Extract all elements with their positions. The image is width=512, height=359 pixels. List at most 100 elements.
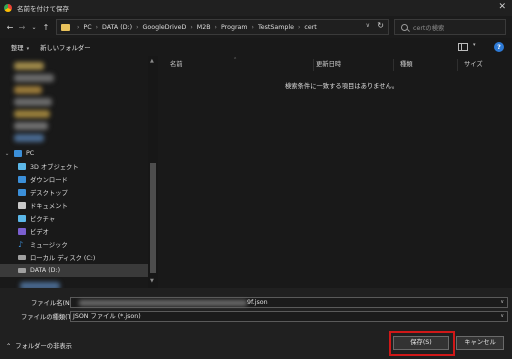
empty-folder-message: 検索条件に一致する項目はありません。 [285, 83, 399, 90]
chevron-down-icon[interactable]: ∨ [500, 298, 504, 307]
chevron-right-icon[interactable]: › [96, 24, 98, 31]
sort-up-icon: ⌃ [233, 57, 238, 63]
back-arrow-icon[interactable]: ← [4, 23, 16, 32]
sidebar-item-local-disk-c[interactable]: ローカル ディスク (C:) [0, 251, 148, 264]
sidebar-item-desktop[interactable]: デスクトップ [0, 186, 148, 199]
close-icon[interactable]: ✕ [498, 2, 506, 12]
chevron-down-icon[interactable]: ⌄ [0, 151, 14, 157]
view-options-icon[interactable] [458, 43, 468, 51]
cancel-button[interactable]: キャンセル [456, 336, 504, 350]
blurred-item [14, 134, 44, 142]
column-header-type[interactable]: 種類 [394, 59, 458, 71]
chevron-right-icon[interactable]: › [136, 24, 138, 31]
file-list-pane[interactable]: 名前 更新日時 種類 サイズ 検索条件に一致する項目はありません。 [160, 56, 512, 288]
sidebar-item-documents[interactable]: ドキュメント [0, 199, 148, 212]
column-header-size[interactable]: サイズ [458, 59, 508, 71]
sidebar-item-label: ミュージック [30, 242, 68, 249]
sidebar-item-label: 3D オブジェクト [30, 164, 79, 171]
breadcrumb-program[interactable]: Program [221, 24, 248, 31]
chrome-app-icon [4, 4, 12, 12]
chevron-up-icon: ⌃ [6, 343, 12, 350]
breadcrumb-data-drive[interactable]: DATA (D:) [102, 24, 132, 31]
picture-icon [18, 215, 26, 222]
search-placeholder: certの検索 [413, 24, 445, 32]
sidebar-item-label: DATA (D:) [30, 267, 61, 274]
scroll-down-arrow-icon[interactable]: ▼ [150, 278, 154, 284]
organize-menu[interactable]: 整理 ▾ [11, 43, 29, 52]
sidebar-item-label: ダウンロード [30, 177, 68, 184]
filename-label: ファイル名(N): [31, 300, 75, 307]
document-icon [18, 202, 26, 209]
navigation-pane[interactable]: ⌄ PC 3D オブジェクト ダウンロード デスクトップ ドキュメント ピクチャ… [0, 56, 158, 288]
cube-icon [18, 163, 26, 170]
breadcrumb-cert[interactable]: cert [304, 24, 316, 31]
title-bar: 名前を付けて保存 ✕ [0, 0, 512, 16]
desktop-icon [18, 189, 26, 196]
chevron-right-icon[interactable]: › [215, 24, 217, 31]
column-header-name[interactable]: 名前 [164, 59, 314, 71]
command-toolbar: 整理 ▾ 新しいフォルダー ▾ ? [0, 38, 512, 56]
chevron-right-icon[interactable]: › [77, 24, 79, 31]
sidebar-item-label: ビデオ [30, 229, 49, 236]
music-icon: ♪ [18, 240, 24, 249]
blurred-item [14, 86, 42, 94]
breadcrumb-googledrived[interactable]: GoogleDriveD [143, 24, 187, 31]
filetype-label: ファイルの種類(T): [21, 314, 76, 321]
chevron-right-icon[interactable]: › [252, 24, 254, 31]
recent-locations-dropdown-icon[interactable]: ⌄ [28, 24, 40, 31]
hide-folders-label: フォルダーの非表示 [15, 343, 72, 350]
breadcrumb-testsample[interactable]: TestSample [258, 24, 294, 31]
drive-icon [18, 255, 26, 260]
scrollbar-thumb[interactable] [150, 163, 156, 273]
chevron-right-icon[interactable]: › [298, 24, 300, 31]
blurred-item [14, 98, 52, 106]
save-button-highlight [389, 331, 455, 356]
sidebar-item-videos[interactable]: ビデオ [0, 225, 148, 238]
sidebar-item-downloads[interactable]: ダウンロード [0, 173, 148, 186]
blurred-item [14, 122, 48, 130]
organize-label: 整理 [11, 44, 24, 52]
download-icon [18, 176, 26, 183]
navigation-bar: ← → ⌄ ↑ › PC › DATA (D:) › GoogleDriveD … [0, 16, 512, 38]
sidebar-item-label: デスクトップ [30, 190, 68, 197]
sidebar-item-pictures[interactable]: ピクチャ [0, 212, 148, 225]
chevron-down-icon: ▾ [26, 45, 30, 52]
blurred-item [14, 62, 44, 70]
breadcrumb-m2b[interactable]: M2B [197, 24, 211, 31]
sidebar-item-data-d[interactable]: DATA (D:) [0, 264, 148, 277]
new-folder-button[interactable]: 新しいフォルダー [40, 43, 90, 52]
chevron-down-icon[interactable]: ▾ [473, 42, 476, 48]
help-icon[interactable]: ? [494, 42, 504, 52]
refresh-icon[interactable]: ↻ [377, 21, 384, 30]
chevron-right-icon[interactable]: › [190, 24, 192, 31]
blurred-item [14, 110, 50, 118]
drive-icon [18, 268, 26, 273]
window-title: 名前を付けて保存 [17, 5, 69, 13]
address-bar[interactable]: › PC › DATA (D:) › GoogleDriveD › M2B › … [56, 19, 389, 35]
filetype-select[interactable]: JSON ファイル (*.json) ∨ [70, 311, 508, 322]
sidebar-item-label: PC [26, 150, 35, 157]
sidebar-item-pc[interactable]: ⌄ PC [0, 147, 148, 160]
computer-icon [14, 150, 22, 157]
blurred-filename [79, 300, 247, 306]
chevron-down-icon[interactable]: ∨ [500, 312, 504, 321]
folder-icon [61, 23, 70, 31]
column-header-modified[interactable]: 更新日時 [310, 59, 394, 71]
scroll-up-arrow-icon[interactable]: ▲ [150, 58, 154, 64]
filename-input[interactable]: 9f.json ∨ [70, 297, 508, 308]
filetype-value: JSON ファイル (*.json) [73, 313, 141, 320]
filename-value: 9f.json [247, 299, 268, 306]
address-dropdown-icon[interactable]: ∨ [366, 22, 370, 29]
sidebar-item-label: ローカル ディスク (C:) [30, 255, 96, 262]
sidebar-item-3d-objects[interactable]: 3D オブジェクト [0, 160, 148, 173]
search-icon [401, 23, 408, 31]
hide-folders-toggle[interactable]: ⌃ フォルダーの非表示 [6, 341, 72, 350]
sidebar-item-music[interactable]: ♪ ミュージック [0, 238, 148, 251]
breadcrumb-pc[interactable]: PC [83, 24, 91, 31]
sidebar-item-label: ドキュメント [30, 203, 68, 210]
video-icon [18, 228, 26, 235]
forward-arrow-icon[interactable]: → [16, 23, 28, 32]
blurred-item [14, 74, 54, 82]
search-input[interactable]: certの検索 [394, 19, 506, 35]
up-arrow-icon[interactable]: ↑ [40, 23, 52, 32]
